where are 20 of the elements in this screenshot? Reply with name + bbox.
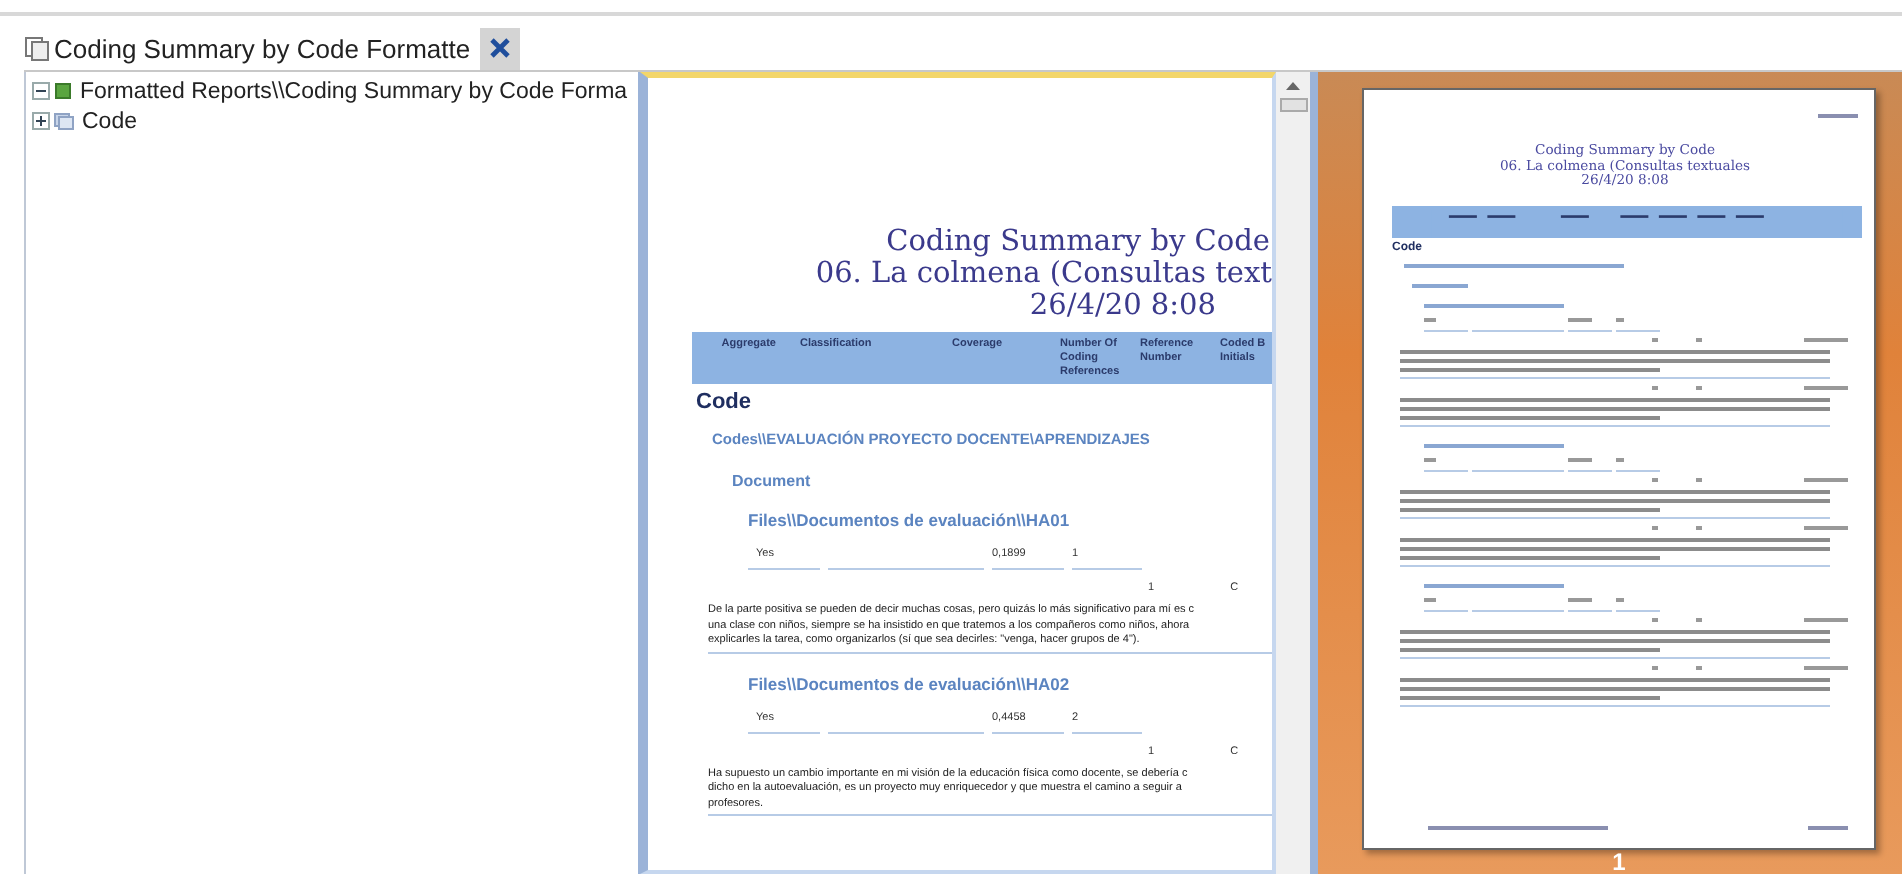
file-path: Files\\Documentos de evaluación\\HA01 — [748, 510, 1072, 530]
scrollbar[interactable] — [1276, 72, 1310, 874]
scroll-thumb[interactable] — [1279, 98, 1307, 112]
report-title: 26/4/20 8:08 — [1027, 290, 1218, 322]
group-heading: Document — [732, 472, 813, 490]
file-path: Files\\Documentos de evaluación\\HA02 — [748, 673, 1072, 693]
report-icon — [24, 35, 50, 61]
tree-item[interactable]: Code — [82, 109, 137, 133]
report-title: Coding Summary by Code — [884, 226, 1272, 258]
close-icon — [490, 38, 511, 58]
scroll-up-icon — [1286, 82, 1300, 90]
close-button[interactable] — [480, 27, 521, 69]
folder-icon — [54, 112, 74, 130]
tab-title: Coding Summary by Code Formatte — [54, 33, 471, 63]
page-number: 1 — [1612, 850, 1626, 874]
report-title: 06. La colmena (Consultas text — [813, 258, 1272, 290]
section-heading: Code — [696, 390, 753, 414]
report-icon — [54, 82, 72, 100]
tree-item[interactable]: Formatted Reports\\Coding Summary by Code Forma — [80, 79, 628, 103]
report-tab[interactable]: Coding Summary by Code Formatte — [20, 26, 521, 70]
